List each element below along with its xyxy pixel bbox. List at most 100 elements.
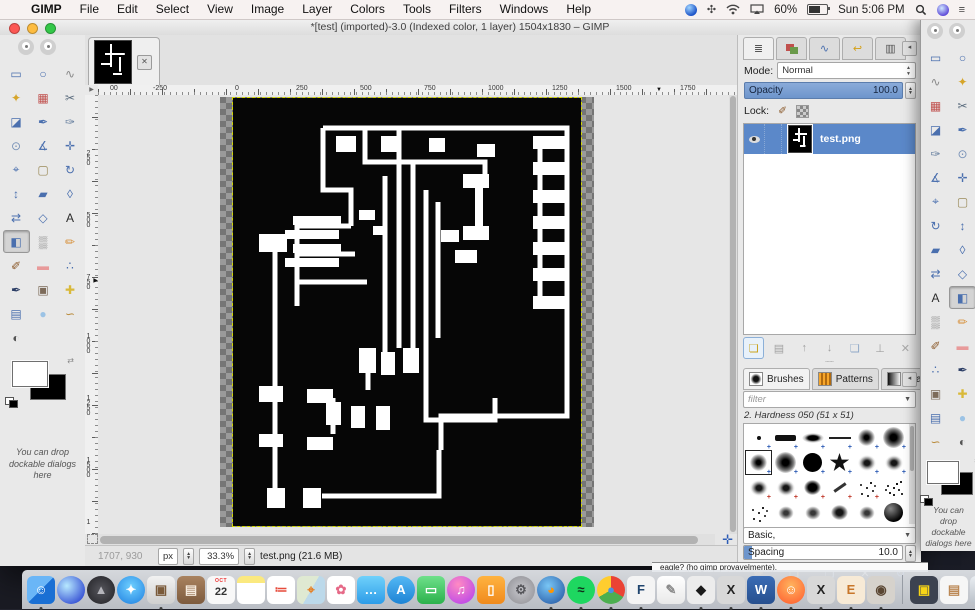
- tab-brushes[interactable]: Brushes: [743, 368, 810, 390]
- free-select-tool-icon[interactable]: ∿: [57, 62, 84, 85]
- layers-menu-button[interactable]: ◂: [902, 41, 917, 56]
- dock-finder[interactable]: ☺: [27, 576, 55, 604]
- notification-center-icon[interactable]: ≡: [959, 4, 965, 16]
- zoom-tool-icon[interactable]: ⊙: [949, 142, 975, 165]
- dock-inkscape[interactable]: ◆: [687, 576, 715, 604]
- menu-file[interactable]: File: [71, 0, 108, 19]
- spacing-slider[interactable]: Spacing 10.0: [743, 545, 903, 560]
- lower-layer-button[interactable]: ↓: [819, 337, 840, 359]
- status-app-icon[interactable]: [685, 4, 697, 16]
- default-colors-icon[interactable]: [5, 397, 14, 405]
- brush-slash[interactable]: +: [826, 475, 853, 500]
- dock-calendar[interactable]: OCT22: [207, 576, 235, 604]
- flip-tool-icon[interactable]: ⇄: [3, 206, 30, 229]
- spotlight-icon[interactable]: [915, 4, 927, 16]
- airbrush-tool-icon[interactable]: ∴: [57, 254, 84, 277]
- menu-help[interactable]: Help: [557, 0, 600, 19]
- blend-tool-icon[interactable]: ▒: [30, 230, 57, 253]
- brush-splat[interactable]: +: [772, 475, 799, 500]
- menu-view[interactable]: View: [198, 0, 242, 19]
- dock-trash[interactable]: ▯: [970, 576, 975, 604]
- brush-dot[interactable]: +: [745, 425, 772, 450]
- dock-siri[interactable]: [57, 576, 85, 604]
- dodge-burn-tool-icon[interactable]: ◐: [3, 326, 30, 349]
- zoom-tool-icon[interactable]: ⊙: [3, 134, 30, 157]
- measure-tool-icon[interactable]: ∡: [922, 166, 949, 189]
- dock-textedit[interactable]: ✎: [657, 576, 685, 604]
- color-picker-tool-icon[interactable]: ✑: [922, 142, 949, 165]
- quickmask-toggle[interactable]: [87, 534, 98, 544]
- unit-select[interactable]: px: [158, 548, 178, 565]
- delete-layer-button[interactable]: ✕: [895, 337, 916, 359]
- move-tool-icon[interactable]: ✛: [57, 134, 84, 157]
- layer-link-cell[interactable]: [765, 124, 782, 154]
- paths-tool-icon[interactable]: ✒: [30, 110, 57, 133]
- opacity-spinner[interactable]: ▲▼: [905, 82, 916, 99]
- ellipse-select-tool-icon[interactable]: ○: [30, 62, 57, 85]
- brush-chalk[interactable]: [799, 500, 826, 525]
- dock-notes[interactable]: [237, 576, 265, 604]
- brush-splatdense[interactable]: +: [799, 475, 826, 500]
- brushes-menu-button[interactable]: ◂: [902, 372, 917, 387]
- menu-image[interactable]: Image: [242, 0, 293, 19]
- perspective-clone-tool-icon[interactable]: ▤: [3, 302, 30, 325]
- dock-xquartz-2[interactable]: X: [807, 576, 835, 604]
- zoom-spinner[interactable]: ▲▼: [244, 548, 255, 565]
- eraser-tool-icon[interactable]: ▬: [949, 334, 975, 357]
- tab-channels[interactable]: [776, 37, 807, 60]
- rectangle-select-tool-icon[interactable]: ▭: [3, 62, 30, 85]
- unit-spinner[interactable]: ▲▼: [183, 548, 194, 565]
- brush-oval[interactable]: +: [799, 425, 826, 450]
- dock-reminders[interactable]: ≔: [267, 576, 295, 604]
- new-group-button[interactable]: ▤: [768, 337, 789, 359]
- fuzzy-select-tool-icon[interactable]: ✦: [949, 70, 975, 93]
- brush-splat[interactable]: +: [745, 475, 772, 500]
- cage-transform-tool-icon[interactable]: ◇: [949, 262, 975, 285]
- free-select-tool-icon[interactable]: ∿: [922, 70, 949, 93]
- dock-xquartz[interactable]: X: [717, 576, 745, 604]
- brush-soft-selected[interactable]: +: [745, 450, 772, 475]
- menu-tools[interactable]: Tools: [394, 0, 440, 19]
- brush-splat[interactable]: +: [853, 450, 880, 475]
- text-tool-icon[interactable]: A: [57, 206, 84, 229]
- lock-alpha-icon[interactable]: [796, 105, 809, 118]
- dock-maps[interactable]: ⌖: [297, 576, 325, 604]
- ink-tool-icon[interactable]: ✒: [3, 278, 30, 301]
- duplicate-layer-button[interactable]: ❏: [844, 337, 865, 359]
- ellipse-select-tool-icon[interactable]: ○: [949, 46, 975, 69]
- dock-eagle[interactable]: E: [837, 576, 865, 604]
- paths-tool-icon[interactable]: ✒: [949, 118, 975, 141]
- dock-splitter[interactable]: ┄┄: [738, 361, 921, 366]
- dock-gimp[interactable]: ◉: [867, 576, 895, 604]
- rotate-tool-icon[interactable]: ↻: [57, 158, 84, 181]
- dock-facetime[interactable]: ▭: [417, 576, 445, 604]
- tab-paths[interactable]: ∿: [809, 37, 840, 60]
- scissors-select-tool-icon[interactable]: ✂: [57, 86, 84, 109]
- opacity-slider[interactable]: Opacity 100.0: [744, 82, 903, 99]
- perspective-tool-icon[interactable]: ◊: [949, 238, 975, 261]
- scissors-select-tool-icon[interactable]: ✂: [949, 94, 975, 117]
- clone-tool-icon[interactable]: ▣: [30, 278, 57, 301]
- bucket-fill-tool-icon[interactable]: ◧: [949, 286, 975, 309]
- brush-sparse[interactable]: +: [853, 475, 880, 500]
- brush-chalkdense[interactable]: [826, 500, 853, 525]
- tab-patterns[interactable]: Patterns: [812, 368, 879, 390]
- dock-itunes[interactable]: ♫: [447, 576, 475, 604]
- select-by-color-tool-icon[interactable]: ▦: [922, 94, 949, 117]
- dock-chrome[interactable]: ●: [597, 576, 625, 604]
- horizontal-scrollbar-thumb[interactable]: [100, 536, 698, 544]
- dock-photos[interactable]: ✿: [327, 576, 355, 604]
- brush-group-select[interactable]: Basic,▼: [743, 527, 916, 544]
- dock-hola[interactable]: ☺: [777, 576, 805, 604]
- dock-fusion-360[interactable]: F: [627, 576, 655, 604]
- dock-safari[interactable]: ✦: [117, 576, 145, 604]
- crop-tool-icon[interactable]: ▢: [949, 190, 975, 213]
- paintbrush-tool-icon[interactable]: ✐: [922, 334, 949, 357]
- vertical-scrollbar[interactable]: [729, 95, 737, 534]
- brush-solid[interactable]: +: [799, 450, 826, 475]
- shear-tool-icon[interactable]: ▰: [922, 238, 949, 261]
- dodge-burn-tool-icon[interactable]: ◐: [949, 430, 975, 453]
- bucket-fill-tool-icon[interactable]: ◧: [3, 230, 30, 253]
- crop-tool-icon[interactable]: ▢: [30, 158, 57, 181]
- eraser-tool-icon[interactable]: ▬: [30, 254, 57, 277]
